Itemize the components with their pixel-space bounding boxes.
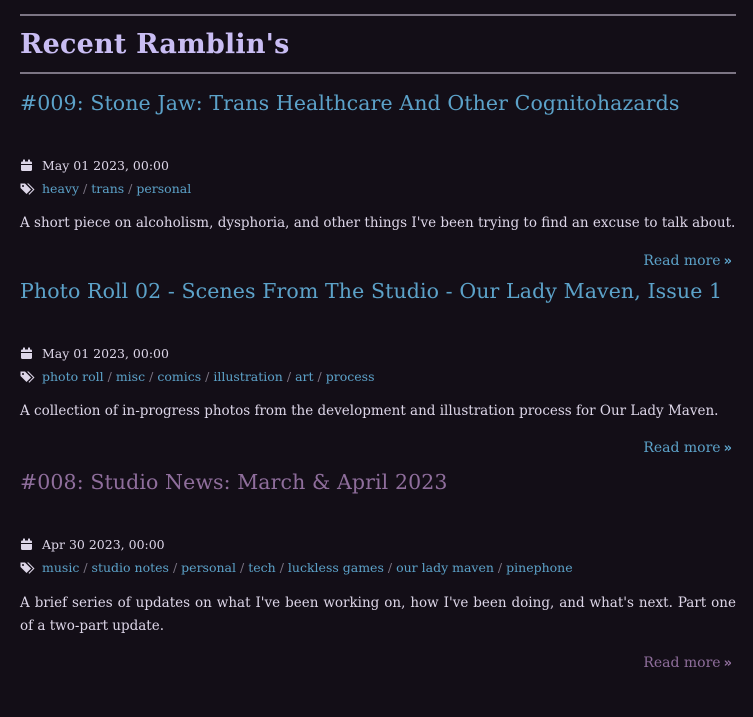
post-date: May 01 2023, 00:00 <box>42 346 169 361</box>
read-more-label: Read more <box>643 655 721 671</box>
calendar-icon <box>20 159 42 173</box>
post-meta: Apr 30 2023, 00:00 music / studio notes / pe… <box>20 533 736 579</box>
read-more-link[interactable]: Read more» <box>643 253 732 269</box>
read-more-label: Read more <box>643 440 721 456</box>
post-item: #009: Stone Jaw: Trans Healthcare And Ot… <box>20 88 736 276</box>
tag-link[interactable]: heavy <box>42 177 79 200</box>
tag-link[interactable]: photo roll <box>42 365 104 388</box>
tag-link[interactable]: process <box>326 365 375 388</box>
double-chevron-right-icon: » <box>723 441 732 456</box>
tag-link[interactable]: personal <box>181 556 236 579</box>
post-item: #008: Studio News: March & April 2023 Ap… <box>20 467 736 678</box>
page-title: Recent Ramblin's <box>20 29 290 60</box>
read-more-link[interactable]: Read more» <box>643 440 732 456</box>
tag-link[interactable]: misc <box>116 365 145 388</box>
post-date: Apr 30 2023, 00:00 <box>42 537 165 552</box>
double-chevron-right-icon: » <box>723 656 732 671</box>
post-title-link[interactable]: Photo Roll 02 - Scenes From The Studio -… <box>20 276 736 306</box>
blog-listing: Recent Ramblin's #009: Stone Jaw: Trans … <box>20 14 736 678</box>
tag-link[interactable]: luckless games <box>288 556 384 579</box>
read-more-row: Read more» <box>20 652 736 678</box>
read-more-row: Read more» <box>20 250 736 276</box>
post-date-row: May 01 2023, 00:00 <box>20 342 736 365</box>
read-more-label: Read more <box>643 253 721 269</box>
tag-link[interactable]: comics <box>157 365 201 388</box>
read-more-row: Read more» <box>20 437 736 463</box>
post-excerpt: A short piece on alcoholism, dysphoria, … <box>20 215 736 231</box>
read-more-link[interactable]: Read more» <box>643 655 732 671</box>
calendar-icon <box>20 538 42 552</box>
post-item: Photo Roll 02 - Scenes From The Studio -… <box>20 276 736 463</box>
heading-divider <box>20 72 736 74</box>
calendar-icon <box>20 347 42 361</box>
tag-link[interactable]: art <box>295 365 313 388</box>
double-chevron-right-icon: » <box>723 254 732 269</box>
post-meta: May 01 2023, 00:00 photo roll / misc / comic… <box>20 342 736 388</box>
post-date-row: May 01 2023, 00:00 <box>20 154 736 177</box>
tag-link[interactable]: trans <box>91 177 124 200</box>
post-title-link[interactable]: #009: Stone Jaw: Trans Healthcare And Ot… <box>20 88 736 118</box>
tag-link[interactable]: our lady maven <box>396 556 494 579</box>
tags-icon <box>20 370 42 384</box>
tag-link[interactable]: illustration <box>213 365 283 388</box>
tag-link[interactable]: pinephone <box>506 556 572 579</box>
post-excerpt: A collection of in-progress photos from … <box>20 403 719 419</box>
post-excerpt: A brief series of updates on what I've b… <box>20 595 736 634</box>
post-date-row: Apr 30 2023, 00:00 <box>20 533 736 556</box>
post-tags: heavy / trans / personal <box>20 177 736 200</box>
tag-link[interactable]: tech <box>248 556 275 579</box>
post-date: May 01 2023, 00:00 <box>42 158 169 173</box>
post-tags: music / studio notes / personal / tech / luckles… <box>20 556 736 579</box>
tags-icon <box>20 182 42 196</box>
post-meta: May 01 2023, 00:00 heavy / trans / personal <box>20 154 736 200</box>
tag-link[interactable]: personal <box>136 177 191 200</box>
tags-icon <box>20 561 42 575</box>
top-divider <box>20 14 736 16</box>
post-tags: photo roll / misc / comics / illustration / art /… <box>20 365 736 388</box>
post-title-link[interactable]: #008: Studio News: March & April 2023 <box>20 467 736 497</box>
tag-link[interactable]: music <box>42 556 79 579</box>
tag-link[interactable]: studio notes <box>92 556 169 579</box>
